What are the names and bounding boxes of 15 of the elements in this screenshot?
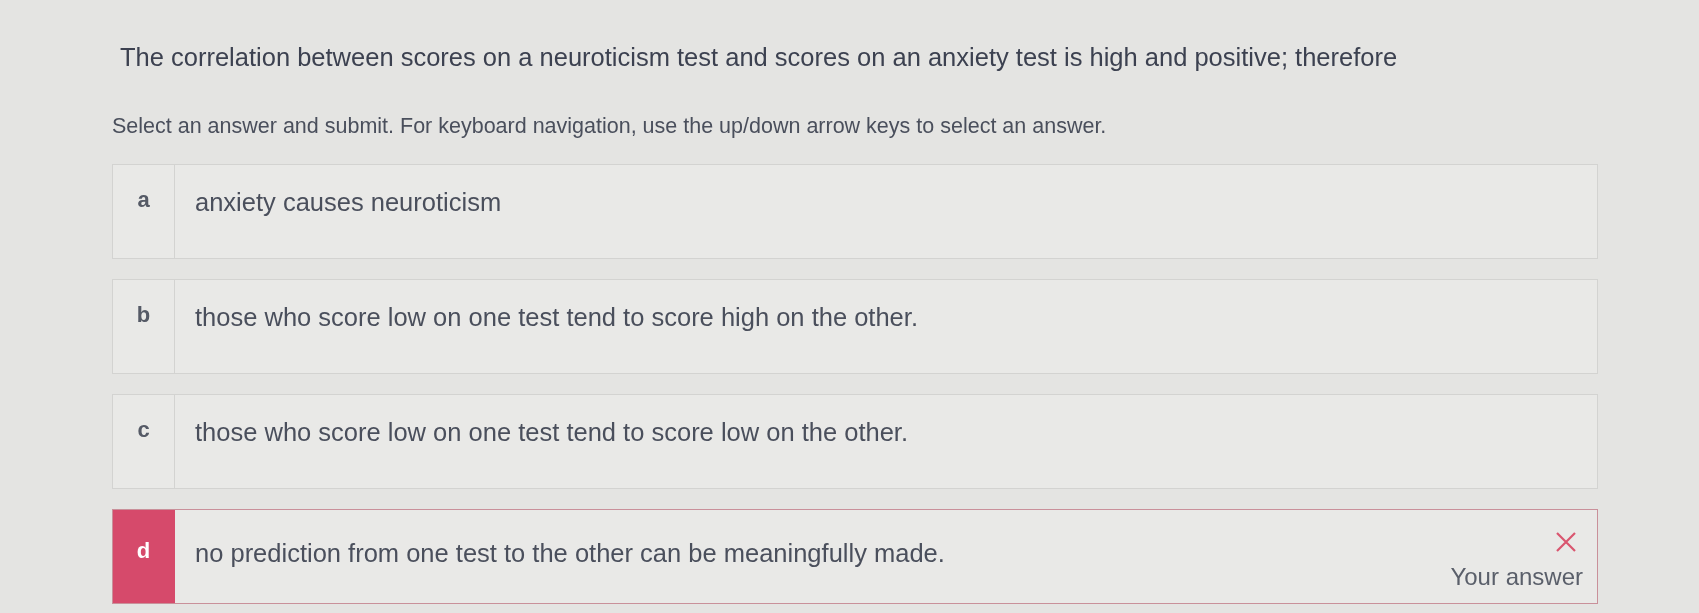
question-text: The correlation between scores on a neuroticism test and scores on an anxiety test is high and positive; therefore — [120, 42, 1399, 73]
option-letter: b — [113, 280, 175, 373]
feedback-label: Your answer — [1450, 562, 1583, 592]
option-text: anxiety causes neuroticism — [195, 187, 502, 218]
option-letter: a — [113, 165, 175, 258]
option-text: those who score low on one test tend to score low on the other. — [195, 417, 909, 448]
answer-option[interactable]: b those who score low on one test tend to score high on the other. — [112, 279, 1598, 374]
option-text: those who score low on one test tend to score high on the other. — [195, 302, 918, 333]
option-text: no prediction from one test to the other can be meaningfully made. — [195, 538, 945, 569]
answer-option[interactable]: a anxiety causes neuroticism — [112, 164, 1598, 259]
option-letter: c — [113, 395, 175, 488]
answer-option[interactable]: c those who score low on one test tend to score low on the other. — [112, 394, 1598, 489]
instructions-text: Select an answer and submit. For keyboard navigation, use the up/down arrow keys to select an answer. — [112, 113, 1108, 140]
answer-option[interactable]: d no prediction from one test to the other can be meaningfully made. Your answer — [112, 509, 1598, 604]
option-letter: d — [113, 510, 175, 603]
